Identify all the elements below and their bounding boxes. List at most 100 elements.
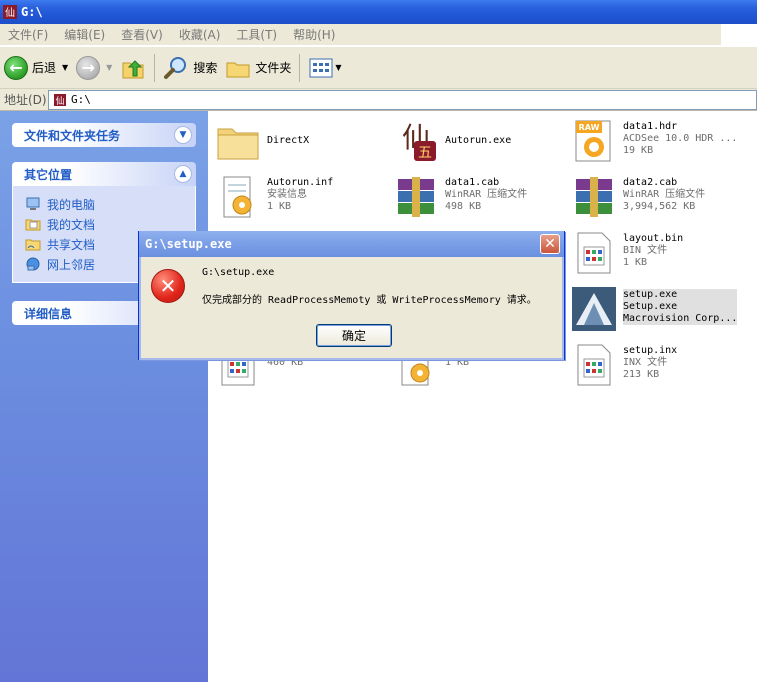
file-name: layout.bin <box>623 233 684 244</box>
file-name: data1.cab <box>445 177 500 188</box>
search-button[interactable]: 搜索 <box>159 51 221 85</box>
file-type: WinRAR 压缩文件 <box>445 189 528 200</box>
menu-tools[interactable]: 工具(T) <box>228 26 285 43</box>
shared-folder-icon <box>25 239 41 251</box>
other-places-header[interactable]: 其它位置 ▲ <box>12 162 196 186</box>
svg-text:五: 五 <box>418 145 432 161</box>
app-icon: 仙五 <box>392 117 440 165</box>
generic-file-icon <box>570 341 618 389</box>
file-item[interactable]: data1.cab WinRAR 压缩文件 498 KB <box>392 173 570 225</box>
toolbar: ← 后退 ▼ → ▼ 搜索 文件夹 ▼ <box>0 47 757 89</box>
file-size: 498 KB <box>445 201 482 212</box>
back-arrow-icon: ← <box>4 55 28 80</box>
drive-icon: 仙 <box>54 93 66 107</box>
setup-icon <box>570 285 618 333</box>
place-my-computer[interactable]: 我的电脑 <box>25 194 185 214</box>
error-icon: ✕ <box>151 269 185 303</box>
chevron-down-icon[interactable]: ▼ <box>174 126 192 144</box>
file-type: 安装信息 <box>267 189 307 200</box>
documents-folder-icon <box>25 219 41 231</box>
svg-text:仙: 仙 <box>5 6 15 19</box>
file-size: 3,994,562 KB <box>623 201 696 212</box>
dialog-title: G:\setup.exe <box>145 237 232 251</box>
address-label: 地址(D) <box>4 93 47 107</box>
rar-icon <box>570 173 618 221</box>
toolbar-separator <box>299 53 301 82</box>
app-icon: 仙 <box>2 4 18 20</box>
dialog-title-bar[interactable]: G:\setup.exe ✕ <box>139 231 564 257</box>
generic-file-icon <box>570 229 618 277</box>
title-bar: 仙 G:\ <box>0 0 757 24</box>
file-size: 19 KB <box>623 145 654 156</box>
address-input[interactable]: 仙 G:\ <box>48 89 757 110</box>
file-list: DirectX 仙五 Autorun.exe RAW data1.hdr ACD… <box>208 111 757 682</box>
rar-icon <box>392 173 440 221</box>
file-tasks-panel: 文件和文件夹任务 ▼ <box>12 123 196 147</box>
back-button[interactable]: ← 后退 ▼ <box>0 51 72 85</box>
chevron-up-icon[interactable]: ▲ <box>174 165 192 183</box>
settings-file-icon <box>214 173 262 221</box>
file-name: Autorun.inf <box>267 177 334 188</box>
folder-icon <box>214 117 262 165</box>
close-icon[interactable]: ✕ <box>540 234 560 254</box>
file-size: Macrovision Corp... <box>623 313 738 324</box>
dialog-message: 仅完成部分的 ReadProcessMemoty 或 WriteProcessM… <box>202 295 537 306</box>
file-type: BIN 文件 <box>623 245 668 256</box>
other-places-title: 其它位置 <box>24 167 73 182</box>
computer-icon <box>26 197 40 210</box>
back-label: 后退 <box>32 61 57 75</box>
folder-up-icon <box>122 59 144 78</box>
menu-file[interactable]: 文件(F) <box>0 26 56 43</box>
forward-dropdown-icon[interactable]: ▼ <box>106 63 112 72</box>
toolbar-separator <box>154 53 156 82</box>
window-title: G:\ <box>21 5 43 19</box>
file-name: Autorun.exe <box>445 135 512 146</box>
file-name: data1.hdr <box>623 121 678 132</box>
file-size: 1 KB <box>267 201 292 212</box>
menu-help[interactable]: 帮助(H) <box>285 26 343 43</box>
file-item[interactable]: setup.inx INX 文件 213 KB <box>570 341 748 393</box>
folders-button[interactable]: 文件夹 <box>221 51 295 85</box>
place-label: 网上邻居 <box>47 257 96 272</box>
views-dropdown-icon[interactable]: ▼ <box>335 63 341 72</box>
raw-icon: RAW <box>570 117 618 165</box>
file-item[interactable]: Autorun.inf 安装信息 1 KB <box>214 173 392 225</box>
place-label: 共享文档 <box>47 237 96 252</box>
file-type: ACDSee 10.0 HDR ... <box>623 133 738 144</box>
menu-edit[interactable]: 编辑(E) <box>56 26 113 43</box>
views-icon <box>309 58 333 77</box>
file-item[interactable]: DirectX <box>214 117 392 169</box>
error-dialog: G:\setup.exe ✕ ✕ G:\setup.exe 仅完成部分的 Rea… <box>138 231 565 360</box>
menu-view[interactable]: 查看(V) <box>113 26 171 43</box>
file-item[interactable]: 仙五 Autorun.exe <box>392 117 570 169</box>
up-button[interactable] <box>116 51 150 85</box>
file-tasks-header[interactable]: 文件和文件夹任务 ▼ <box>12 123 196 147</box>
windows-logo-icon <box>721 24 757 46</box>
file-item[interactable]: RAW data1.hdr ACDSee 10.0 HDR ... 19 KB <box>570 117 748 169</box>
menu-favorites[interactable]: 收藏(A) <box>171 26 229 43</box>
address-value: G:\ <box>71 93 91 106</box>
folder-icon <box>226 62 250 77</box>
file-type: Setup.exe <box>623 301 678 312</box>
place-label: 我的文档 <box>47 217 96 232</box>
file-item[interactable]: data2.cab WinRAR 压缩文件 3,994,562 KB <box>570 173 748 225</box>
dialog-path: G:\setup.exe <box>202 267 275 278</box>
file-name: setup.inx <box>623 345 678 356</box>
svg-text:仙: 仙 <box>55 95 64 107</box>
back-dropdown-icon[interactable]: ▼ <box>62 63 68 72</box>
file-size: 1 KB <box>623 257 648 268</box>
file-item-selected[interactable]: setup.exe Setup.exe Macrovision Corp... <box>570 285 748 337</box>
file-name: DirectX <box>267 135 310 146</box>
folders-label: 文件夹 <box>255 61 292 75</box>
search-icon <box>164 56 187 79</box>
forward-button[interactable]: → ▼ <box>72 51 116 85</box>
details-title: 详细信息 <box>24 306 73 321</box>
views-button[interactable]: ▼ <box>304 51 345 85</box>
ok-button[interactable]: 确定 <box>316 324 392 347</box>
file-item[interactable]: layout.bin BIN 文件 1 KB <box>570 229 748 281</box>
file-tasks-title: 文件和文件夹任务 <box>24 128 121 143</box>
file-type: INX 文件 <box>623 357 668 368</box>
menu-bar: 文件(F) 编辑(E) 查看(V) 收藏(A) 工具(T) 帮助(H) <box>0 24 757 46</box>
place-label: 我的电脑 <box>47 197 96 212</box>
forward-arrow-icon: → <box>76 55 101 80</box>
